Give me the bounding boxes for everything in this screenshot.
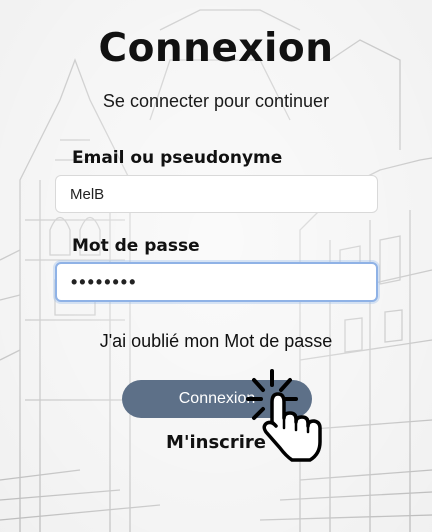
forgot-password-link[interactable]: J'ai oublié mon Mot de passe <box>0 331 432 352</box>
hand-pointer-click-icon <box>246 369 322 462</box>
register-link[interactable]: M'inscrire <box>0 432 432 453</box>
page-subtitle: Se connecter pour continuer <box>102 91 330 111</box>
login-screen: Connexion Se connecter pour continuer Em… <box>0 0 432 532</box>
email-field[interactable]: MelB <box>55 175 378 213</box>
email-label: Email ou pseudonyme <box>72 148 283 168</box>
password-field[interactable]: •••••••• <box>55 262 378 302</box>
password-label: Mot de passe <box>72 236 200 256</box>
page-title: Connexion <box>98 26 334 71</box>
